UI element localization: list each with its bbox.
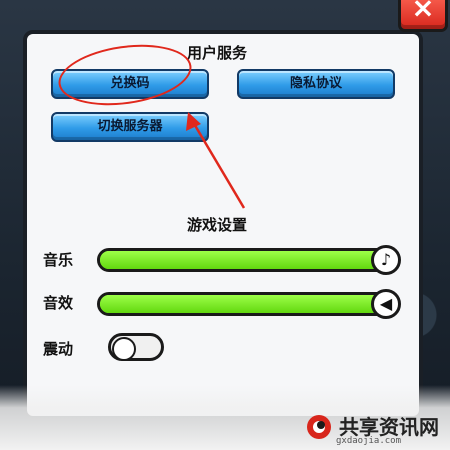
music-note-icon[interactable]: ♪ bbox=[371, 245, 401, 275]
close-button[interactable]: × bbox=[398, 0, 448, 32]
watermark-text: 共享资讯网 bbox=[339, 415, 439, 439]
sound-effects-slider[interactable] bbox=[97, 292, 397, 316]
music-slider[interactable] bbox=[97, 248, 397, 272]
vibration-label: 震动 bbox=[43, 340, 74, 358]
switch-server-button[interactable]: 切换服务器 bbox=[51, 112, 209, 142]
user-service-title: 用户服务 bbox=[187, 44, 248, 62]
vibration-toggle-knob bbox=[112, 337, 136, 361]
sound-effects-label: 音效 bbox=[43, 294, 74, 312]
music-label: 音乐 bbox=[43, 251, 74, 269]
privacy-policy-button[interactable]: 隐私协议 bbox=[237, 69, 395, 99]
sound-effects-slider-fill bbox=[100, 295, 394, 313]
vibration-toggle[interactable] bbox=[108, 333, 164, 361]
game-settings-title: 游戏设置 bbox=[187, 216, 248, 234]
watermark-logo-icon bbox=[307, 415, 331, 439]
watermark-url: gxdaojia.com bbox=[336, 436, 402, 446]
music-slider-fill bbox=[100, 251, 394, 269]
speaker-icon[interactable]: ◀ bbox=[371, 289, 401, 319]
